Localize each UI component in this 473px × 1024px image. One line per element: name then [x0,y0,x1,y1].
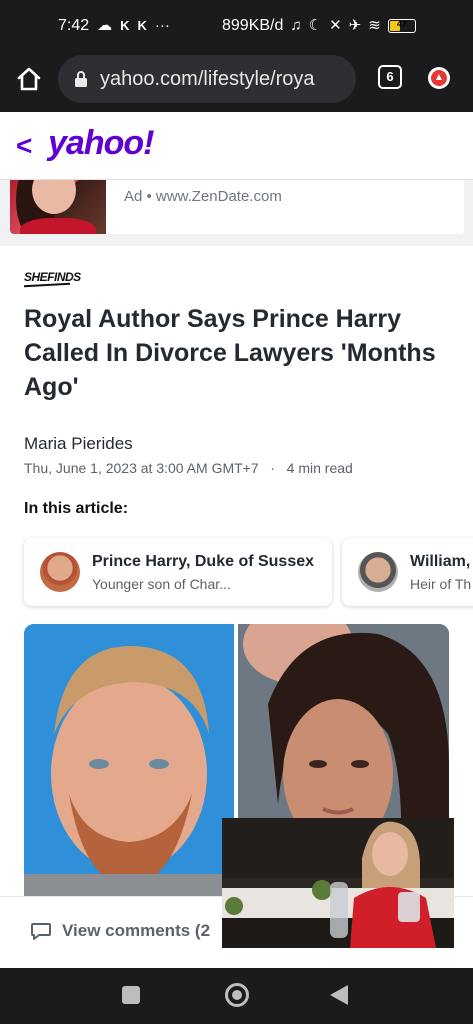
site-header: < yahoo! [0,112,473,180]
entity-name: William, [410,553,471,570]
system-nav-bar [0,968,473,1024]
meta-separator: · [262,460,283,476]
web-page: < yahoo! Ad • www.ZenDate.com SHEFINDS R… [0,112,473,968]
screen: 7:42 ☁ K K ··· 899KB/d ♫ ☾ ✕ ✈ ≋ 47 yaho… [0,0,473,1024]
comments-label: View comments (2 [62,921,211,940]
network-speed: 899KB/d [222,17,284,34]
status-bar: 7:42 ☁ K K ··· 899KB/d ♫ ☾ ✕ ✈ ≋ 47 [0,0,473,52]
entity-chip-william[interactable]: William, Heir of Th [342,538,473,606]
status-time: 7:42 [58,17,90,34]
battery-level: 47 [396,19,407,29]
home-icon[interactable] [14,64,44,94]
comment-icon [31,923,51,940]
status-left: 7:42 ☁ K K ··· [58,17,170,35]
article-headline: Royal Author Says Prince Harry Called In… [24,305,436,401]
ad-card[interactable]: Ad • www.ZenDate.com [10,180,464,234]
ad-image[interactable] [10,180,106,234]
avatar [358,552,398,592]
entity-description: Younger son of Char... [92,576,231,592]
url-text: yahoo.com/lifestyle/roya [100,67,315,90]
back-button[interactable]: < [16,130,32,162]
article-meta: Thu, June 1, 2023 at 3:00 AM GMT+7 · 4 m… [24,460,353,476]
update-icon[interactable]: ▲ [428,67,450,89]
back-nav-icon[interactable] [330,985,348,1005]
article-author[interactable]: Maria Pierides [24,434,133,454]
k-icon: K [137,18,147,33]
cloud-icon: ☁ [97,17,113,34]
entity-description: Heir of Th [410,576,472,592]
source-logo[interactable]: SHEFINDS [24,270,81,284]
moon-icon: ☾ [308,17,323,34]
entity-name: Prince Harry, Duke of Sussex [92,553,315,570]
ad-banner[interactable]: Ad • www.ZenDate.com [0,180,473,246]
tab-switcher-button[interactable]: 6 [378,65,402,89]
view-comments-button[interactable]: View comments (2 [30,921,210,941]
lock-icon [75,71,87,87]
wifi-icon: ≋ [368,17,381,34]
entity-chip-harry[interactable]: Prince Harry, Duke of Sussex Younger son… [24,538,332,606]
article-date: Thu, June 1, 2023 at 3:00 AM GMT+7 [24,460,259,476]
browser-toolbar: yahoo.com/lifestyle/roya 6 ▲ [0,52,473,112]
k-icon: K [120,18,130,33]
battery-icon: 47 [387,19,416,33]
read-time: 4 min read [286,460,353,476]
home-nav-icon[interactable] [225,983,249,1007]
airplane-icon: ✈ [348,17,362,34]
hero-photo-left [24,624,234,914]
recents-icon[interactable] [122,986,140,1004]
mute-icon: ✕ [329,17,342,34]
address-bar[interactable]: yahoo.com/lifestyle/roya [58,55,356,103]
in-this-article-heading: In this article: [24,500,129,517]
video-pip-player[interactable] [222,818,454,948]
avatar [40,552,80,592]
status-right: 899KB/d ♫ ☾ ✕ ✈ ≋ 47 [222,17,416,35]
headphones-icon: ♫ [290,17,302,34]
more-dots-icon: ··· [154,17,170,34]
yahoo-logo[interactable]: yahoo! [48,124,154,163]
ad-label: Ad • www.ZenDate.com [124,188,282,205]
